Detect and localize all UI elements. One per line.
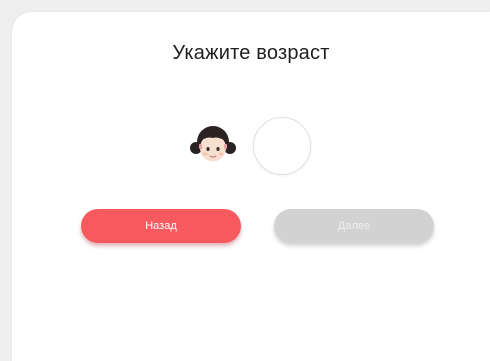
back-button[interactable]: Назад	[81, 209, 241, 243]
next-button[interactable]: Далее	[274, 209, 434, 243]
age-dialog: Укажите возраст Назад Далее	[12, 12, 490, 361]
dialog-title: Укажите возраст	[172, 42, 330, 64]
age-input-circle[interactable]	[253, 117, 311, 175]
girl-face-icon	[188, 119, 238, 169]
